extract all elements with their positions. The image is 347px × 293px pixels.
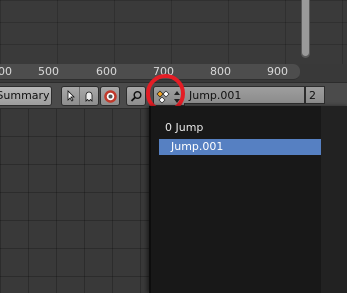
ruler-tick: 900 <box>267 65 288 78</box>
summary-button[interactable]: Summary <box>0 86 52 106</box>
lifebuoy-group <box>100 86 120 106</box>
cursor-icon[interactable] <box>62 87 80 105</box>
scrollbar-thumb[interactable] <box>302 0 309 56</box>
ruler-tick: 00 <box>0 65 12 78</box>
dropdown-item-0-jump[interactable]: 0 Jump <box>159 120 341 136</box>
filter-icon-group <box>61 86 99 106</box>
action-name-field[interactable]: Jump.001 <box>184 86 305 104</box>
lifebuoy-icon[interactable] <box>101 87 119 105</box>
zoom-icon[interactable] <box>127 87 145 105</box>
ghost-icon[interactable] <box>80 87 98 105</box>
action-users-count[interactable]: 2 <box>305 86 325 104</box>
ruler-tick: 800 <box>210 65 231 78</box>
frame-ruler[interactable]: 00 500 600 700 800 900 <box>0 64 300 80</box>
vertical-scrollbar[interactable] <box>301 0 310 58</box>
action-dropdown-menu: 0 Jump Jump.001 <box>149 106 347 293</box>
zoom-group <box>126 86 146 106</box>
dropdown-right-strip <box>321 106 347 293</box>
dropdown-item-jump-001[interactable]: Jump.001 <box>159 139 341 155</box>
graph-top-area <box>0 0 347 66</box>
ruler-tick: 600 <box>96 65 117 78</box>
ruler-tick: 500 <box>38 65 59 78</box>
ruler-end <box>300 64 347 79</box>
